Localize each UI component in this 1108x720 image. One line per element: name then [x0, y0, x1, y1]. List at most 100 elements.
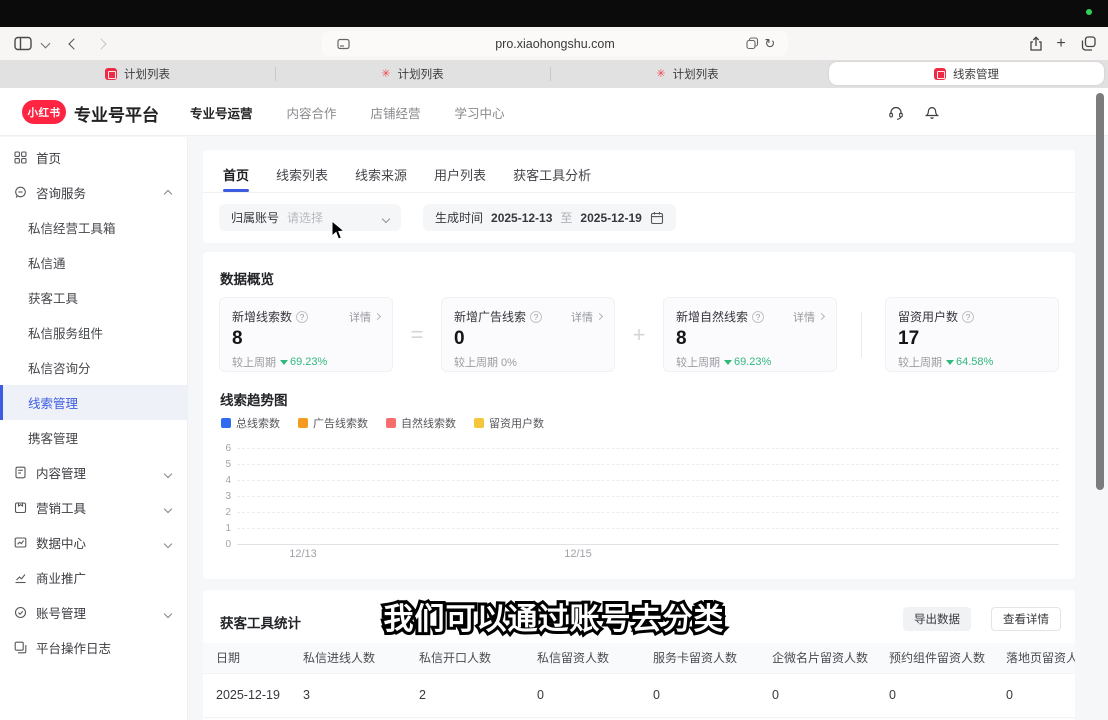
- help-icon[interactable]: ?: [296, 311, 308, 323]
- sidebar-item-lead-tools[interactable]: 获客工具: [0, 280, 187, 315]
- tab-home[interactable]: 首页: [223, 165, 249, 192]
- sidebar-item-label: 内容管理: [36, 463, 86, 482]
- stat-label: 留资用户数: [898, 308, 958, 325]
- compare-label: 较上周期: [898, 354, 942, 370]
- sidebar-item-label: 平台操作日志: [36, 638, 111, 657]
- detail-link[interactable]: 详情: [571, 309, 602, 325]
- browser-tab-label: 计划列表: [124, 66, 170, 82]
- sidebar-item-consult[interactable]: 咨询服务: [0, 175, 187, 210]
- date-range-to: 至: [560, 209, 572, 226]
- sidebar-item-label: 私信通: [28, 253, 66, 272]
- end-date-value: 2025-12-19: [580, 211, 641, 225]
- tab-lead-source[interactable]: 线索来源: [355, 165, 407, 192]
- header-icons: [888, 88, 940, 136]
- legend-item-organic[interactable]: 自然线索数: [386, 415, 456, 431]
- cell-value: 0: [1006, 673, 1075, 717]
- y-tick: 3: [209, 491, 231, 502]
- chevron-down-icon: [165, 536, 171, 550]
- date-range-picker[interactable]: 生成时间 2025-12-13 至 2025-12-19: [423, 204, 676, 231]
- cell-value: 0: [537, 673, 653, 717]
- tab-user-list[interactable]: 用户列表: [434, 165, 486, 192]
- notification-bell-icon[interactable]: [924, 104, 940, 120]
- copy-tabs-icon[interactable]: [744, 27, 760, 60]
- nav-item-content-coop[interactable]: 内容合作: [287, 103, 337, 122]
- vertical-divider: [840, 312, 882, 358]
- xiaohongshu-logo[interactable]: 小红书: [22, 100, 66, 124]
- sidebar-item-dm-score[interactable]: 私信咨询分: [0, 350, 187, 385]
- help-icon[interactable]: ?: [962, 311, 974, 323]
- sidebar-item-dm-toolbox[interactable]: 私信经营工具箱: [0, 210, 187, 245]
- platform-log-icon: [13, 641, 27, 655]
- down-triangle-icon: [724, 360, 732, 365]
- browser-tab-label: 计划列表: [398, 66, 444, 82]
- home-grid-icon: [13, 151, 27, 165]
- detail-link[interactable]: 详情: [793, 309, 824, 325]
- browser-tab-plan-2[interactable]: ✳ 计划列表: [275, 60, 550, 88]
- cell-value: 3: [303, 673, 419, 717]
- detail-link[interactable]: 详情: [349, 309, 380, 325]
- vertical-scrollbar[interactable]: [1096, 93, 1104, 490]
- forward-icon[interactable]: [93, 27, 109, 60]
- sidebar-item-dm-components[interactable]: 私信服务组件: [0, 315, 187, 350]
- page-tabs: 首页 线索列表 线索来源 用户列表 获客工具分析: [203, 150, 1075, 193]
- reload-icon[interactable]: ↻: [762, 27, 778, 60]
- tab-tool-analysis[interactable]: 获客工具分析: [513, 165, 591, 192]
- sidebar-item-visitor-management[interactable]: 携客管理: [0, 420, 187, 455]
- legend-item-ad[interactable]: 广告线索数: [298, 415, 368, 431]
- table-header-row: 日期 私信进线人数 私信开口人数 私信留资人数 服务卡留资人数 企微名片留资人数…: [203, 643, 1075, 673]
- support-headset-icon[interactable]: [888, 105, 904, 120]
- sidebar-item-label: 私信经营工具箱: [28, 218, 116, 237]
- nav-item-learning[interactable]: 学习中心: [455, 103, 505, 122]
- sidebar-item-promotion[interactable]: 商业推广: [0, 560, 187, 595]
- promotion-chart-icon: [13, 571, 27, 585]
- chevron-right-icon: [374, 313, 381, 320]
- sidebar-item-marketing[interactable]: 营销工具: [0, 490, 187, 525]
- equals-operator: =: [396, 322, 438, 348]
- legend-item-retained[interactable]: 留资用户数: [474, 415, 544, 431]
- chevron-down-icon[interactable]: [38, 27, 52, 60]
- sidebar-item-label: 私信咨询分: [28, 358, 91, 377]
- browser-tab-leads-active[interactable]: 线索管理: [829, 62, 1104, 85]
- back-icon[interactable]: [66, 27, 82, 60]
- sidebar-panel-icon[interactable]: [12, 27, 34, 60]
- y-tick: 6: [209, 443, 231, 454]
- tab-lead-list[interactable]: 线索列表: [276, 165, 328, 192]
- help-icon[interactable]: ?: [752, 311, 764, 323]
- col-header: 落地页留资人数: [1006, 643, 1075, 673]
- table-row[interactable]: 2025-12-19 3 2 0 0 0 0 0: [203, 673, 1075, 717]
- tab-overview-icon[interactable]: [1078, 27, 1098, 60]
- sidebar-item-content[interactable]: 内容管理: [0, 455, 187, 490]
- legend-item-total[interactable]: 总线索数: [221, 415, 280, 431]
- url-bar[interactable]: pro.xiaohongshu.com: [322, 31, 788, 56]
- y-tick: 1: [209, 523, 231, 534]
- help-icon[interactable]: ?: [530, 311, 542, 323]
- sidebar-item-label: 咨询服务: [36, 183, 86, 202]
- chevron-up-icon: [165, 186, 171, 200]
- consult-chat-icon: [13, 186, 27, 200]
- share-icon[interactable]: [1026, 27, 1046, 60]
- compare-label: 较上周期: [232, 354, 276, 370]
- mouse-cursor: [331, 220, 346, 246]
- legend-swatch: [298, 418, 308, 428]
- reader-icon[interactable]: [334, 27, 352, 60]
- nav-item-operation[interactable]: 专业号运营: [190, 103, 253, 122]
- legend-swatch: [221, 418, 231, 428]
- nav-item-shop[interactable]: 店铺经营: [371, 103, 421, 122]
- app-header: 小红书 专业号平台 专业号运营 内容合作 店铺经营 学习中心: [0, 88, 1108, 136]
- sidebar-item-lead-management-active[interactable]: 线索管理: [0, 385, 187, 420]
- y-tick: 2: [209, 507, 231, 518]
- stat-value: 8: [676, 328, 824, 350]
- data-center-icon: [13, 536, 27, 550]
- sidebar-item-dm-pass[interactable]: 私信通: [0, 245, 187, 280]
- browser-tab-plan-3[interactable]: ✳ 计划列表: [550, 60, 825, 88]
- browser-toolbar: pro.xiaohongshu.com ↻ +: [0, 27, 1108, 60]
- sidebar-item-data-center[interactable]: 数据中心: [0, 525, 187, 560]
- col-header: 私信开口人数: [419, 643, 537, 673]
- calendar-icon: [650, 211, 664, 225]
- sidebar-item-label: 营销工具: [36, 498, 86, 517]
- account-select[interactable]: 归属账号 请选择: [219, 204, 401, 231]
- browser-tab-plan-1[interactable]: 计划列表: [0, 60, 275, 88]
- delta-badge: 64.58%: [946, 356, 993, 368]
- sidebar-item-home[interactable]: 首页: [0, 140, 187, 175]
- new-tab-icon[interactable]: +: [1052, 27, 1070, 60]
